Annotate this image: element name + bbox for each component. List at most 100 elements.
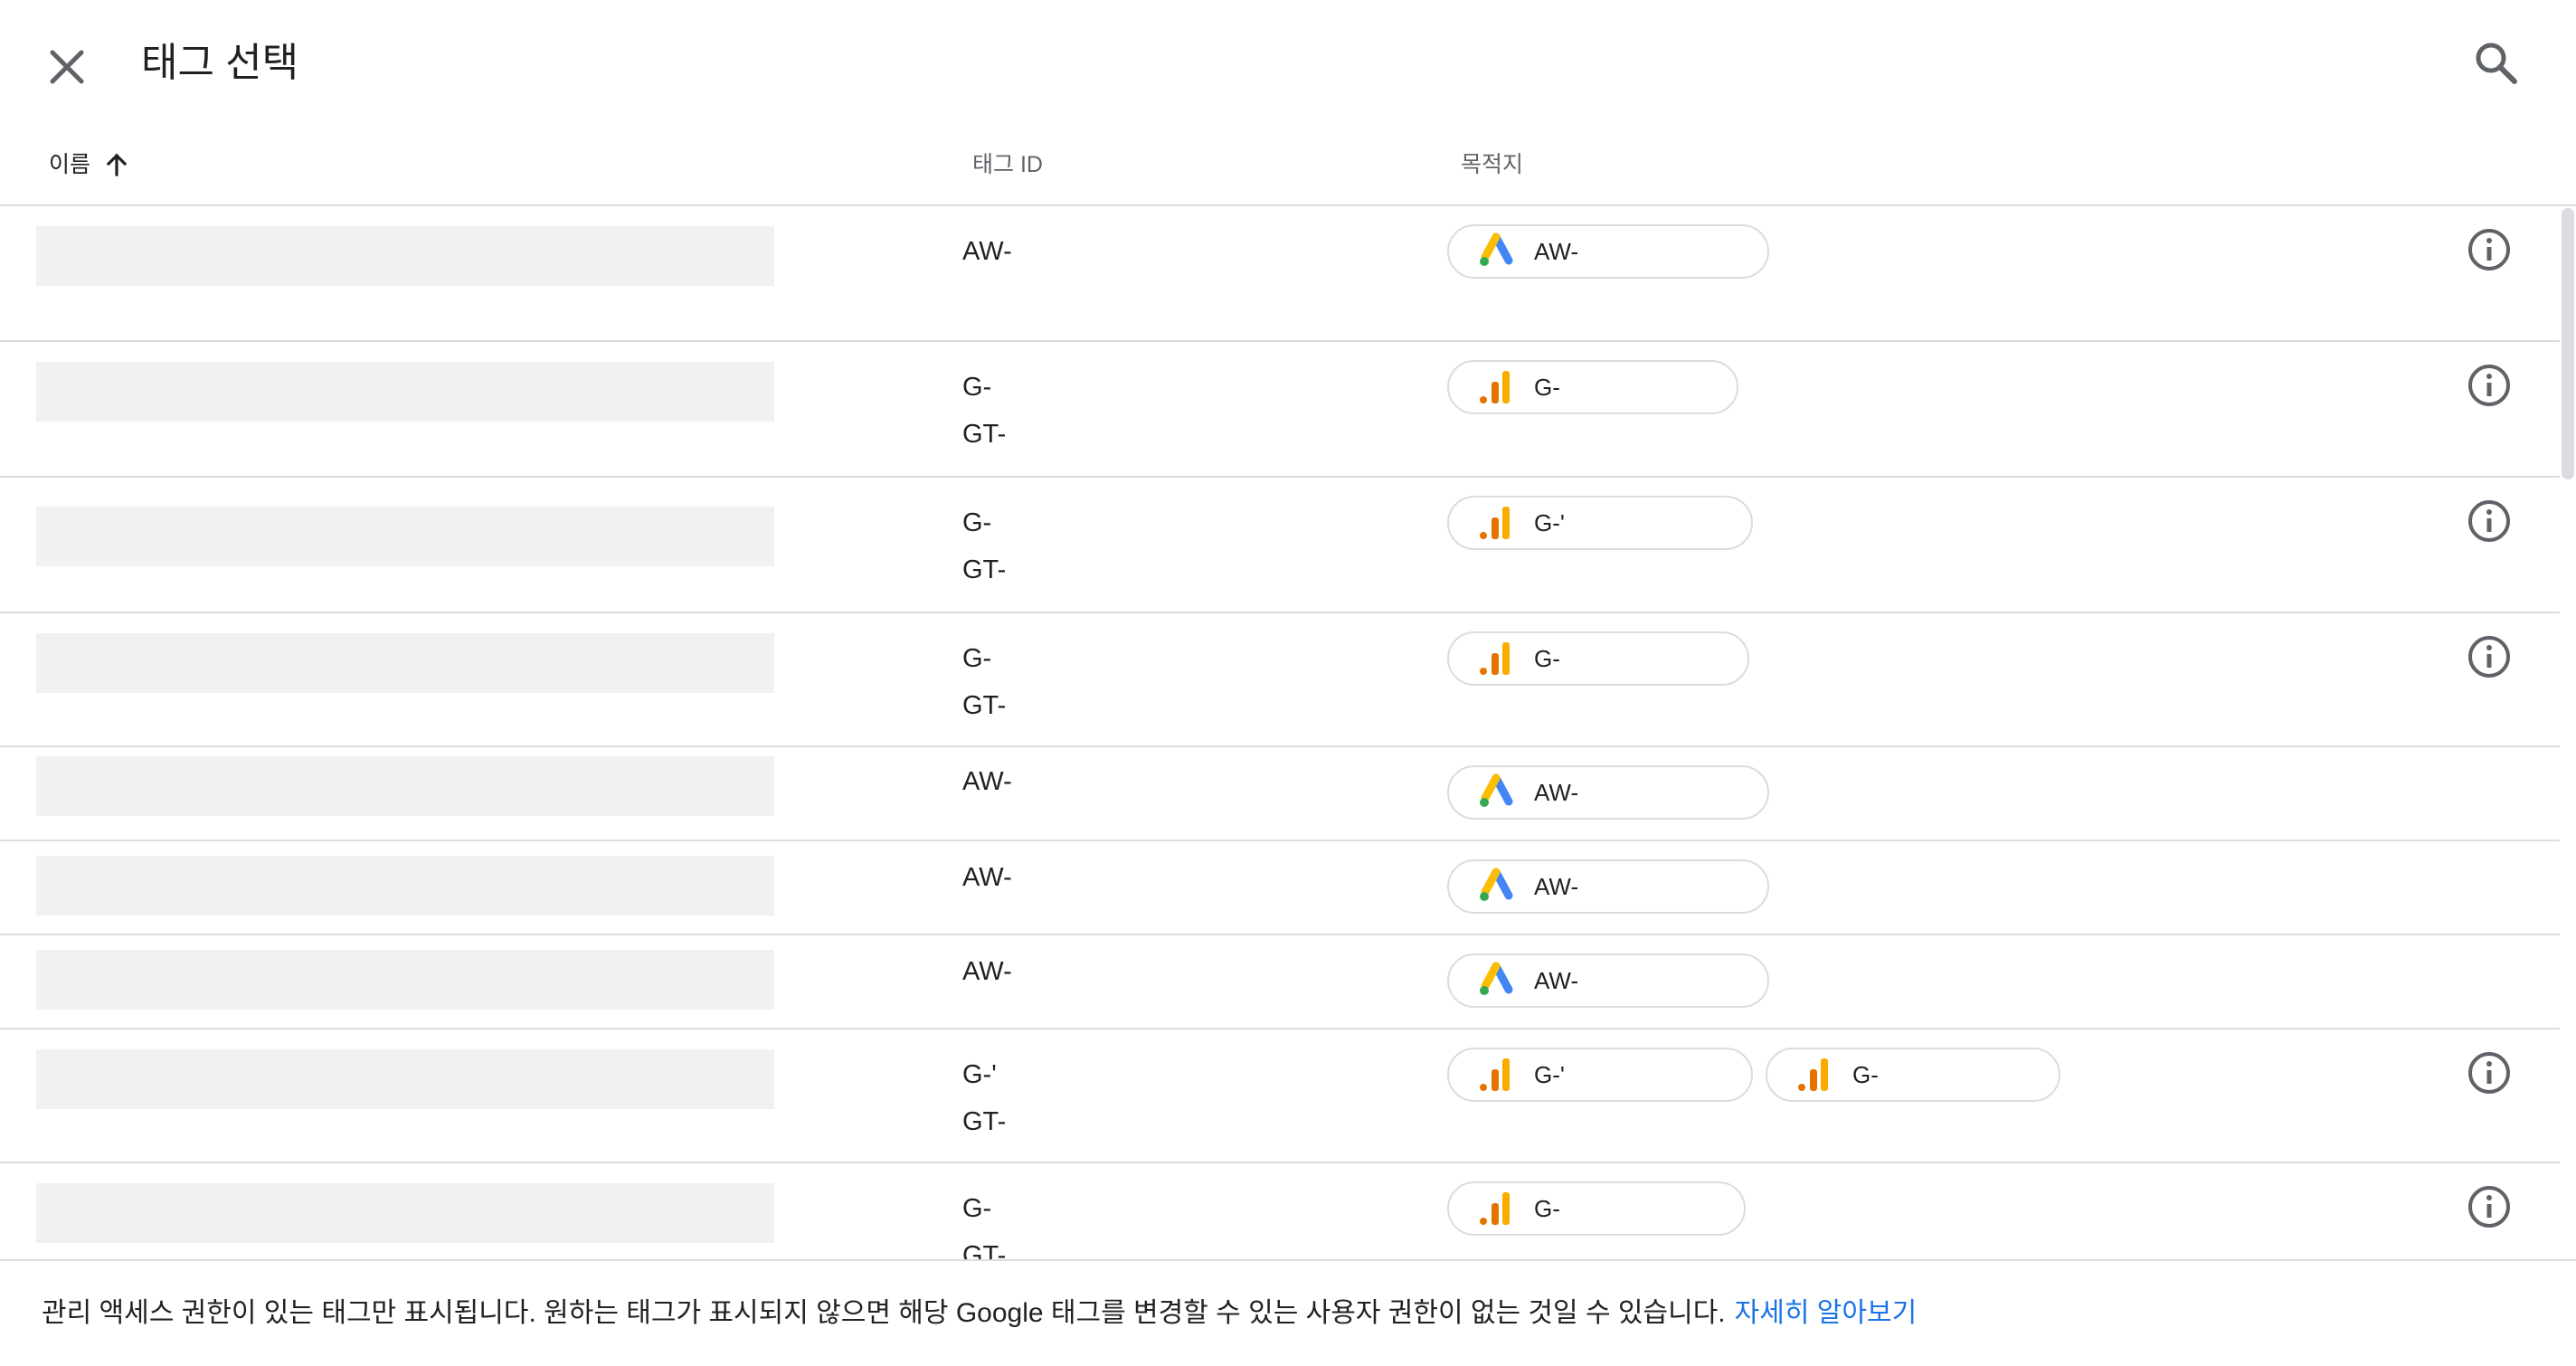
tag-id-cell: AW- [962,948,1012,995]
tag-id-cell: G- GT- [962,635,1006,729]
destination-label: G-' [1534,508,1565,536]
tag-name-redacted [36,633,774,693]
destination-chip[interactable]: G- [1766,1048,2060,1102]
google-ads-icon [1480,232,1513,266]
column-header-tag-id[interactable]: 태그 ID [972,148,1043,181]
tag-name-redacted [36,226,774,286]
table-row[interactable]: G- GT- G-' [0,478,2560,613]
destination-cell: G-' G- [1447,1048,2060,1102]
arrow-upward-icon [106,153,128,176]
table-row[interactable]: AW- AW- [0,747,2560,841]
tag-name-redacted [36,362,774,422]
destination-label: G- [1534,644,1560,672]
tag-name-redacted [36,756,774,816]
tag-id: G-' [962,1060,997,1089]
tag-id-cell: AW- [962,228,1012,275]
tag-id: G- [962,373,992,402]
destination-chip[interactable]: G- [1447,631,1749,686]
tag-id: GT- [962,1107,1007,1136]
tag-name-redacted [36,856,774,915]
tag-id: AW- [962,767,1012,796]
info-button[interactable] [2466,226,2513,273]
tag-id: G- [962,644,992,673]
tag-id: G- [962,508,992,537]
dialog-header: 태그 선택 [0,0,2576,127]
tag-table-body: AW- AW- G- GT- G- G- GT- G-' G- GT- G- A… [0,206,2576,1259]
google-analytics-icon [1480,1058,1510,1091]
learn-more-link[interactable]: 자세히 알아보기 [1735,1298,1918,1328]
search-button[interactable] [2469,36,2524,90]
table-row[interactable]: G- GT- G- [0,342,2560,478]
destination-label: AW- [1534,872,1579,900]
google-analytics-icon [1480,371,1510,403]
info-button[interactable] [2466,362,2513,409]
info-button[interactable] [2466,498,2513,545]
info-button[interactable] [2466,1183,2513,1230]
close-button[interactable] [36,36,98,98]
close-icon [50,50,84,84]
tag-id: GT- [962,691,1007,720]
destination-chip[interactable]: G-' [1447,496,1753,550]
table-header: 이름 태그 ID 목적지 [0,136,2576,206]
destination-cell: G- [1447,631,1749,686]
table-row[interactable]: G- GT- G- [0,613,2560,747]
tag-name-redacted [36,1049,774,1109]
destination-label: AW- [1534,966,1579,994]
destination-cell: G- [1447,360,1738,414]
destination-label: G- [1534,1194,1560,1222]
destination-cell: G-' [1447,496,1753,550]
tag-name-redacted [36,950,774,1010]
destination-chip[interactable]: G-' [1447,1048,1753,1102]
tag-id-cell: AW- [962,854,1012,901]
footer-text: 관리 액세스 권한이 있는 태그만 표시됩니다. 원하는 태그가 표시되지 않으… [42,1294,1917,1333]
google-analytics-icon [1480,642,1510,675]
destination-cell: AW- [1447,859,1769,914]
destination-cell: AW- [1447,224,1769,279]
tag-id: GT- [962,420,1007,449]
table-row[interactable]: G-' GT- G-' G- [0,1029,2560,1163]
destination-chip[interactable]: AW- [1447,953,1769,1008]
tag-name-redacted [36,507,774,566]
footer-notice: 관리 액세스 권한이 있는 태그만 표시됩니다. 원하는 태그가 표시되지 않으… [0,1259,2576,1366]
info-icon [2468,1186,2510,1228]
tag-id-cell: G- GT- [962,499,1006,593]
destination-label: G- [1852,1060,1879,1088]
info-icon [2468,1052,2510,1094]
destination-chip[interactable]: AW- [1447,859,1769,914]
tag-name-redacted [36,1183,774,1243]
destination-label: AW- [1534,778,1579,806]
tag-id: AW- [962,237,1012,266]
scrollbar-thumb[interactable] [2562,208,2574,479]
google-analytics-icon [1798,1058,1828,1091]
search-icon [2476,43,2517,84]
google-ads-icon [1480,773,1513,807]
destination-label: G-' [1534,1060,1565,1088]
tag-id: G- [962,1194,992,1223]
info-icon [2468,636,2510,678]
google-analytics-icon [1480,1192,1510,1225]
info-button[interactable] [2466,633,2513,680]
destination-label: G- [1534,373,1560,401]
google-analytics-icon [1480,507,1510,539]
destination-chip[interactable]: AW- [1447,224,1769,279]
table-row[interactable]: G- GT- G- [0,1163,2560,1259]
tag-id: AW- [962,957,1012,986]
table-row[interactable]: AW- AW- [0,206,2560,342]
destination-chip[interactable]: AW- [1447,765,1769,820]
dialog-title: 태그 선택 [141,41,299,85]
tag-id-cell: G-' GT- [962,1051,1006,1145]
info-icon [2468,500,2510,542]
column-header-name-label: 이름 [49,152,91,177]
destination-cell: AW- [1447,765,1769,820]
footer-message: 관리 액세스 권한이 있는 태그만 표시됩니다. 원하는 태그가 표시되지 않으… [42,1298,1726,1328]
destination-chip[interactable]: G- [1447,360,1738,414]
table-row[interactable]: AW- AW- [0,841,2560,935]
tag-id: GT- [962,555,1007,584]
table-row[interactable]: AW- AW- [0,935,2560,1029]
column-header-name[interactable]: 이름 [49,148,130,181]
info-button[interactable] [2466,1049,2513,1096]
info-icon [2468,229,2510,270]
tag-id-cell: G- GT- [962,364,1006,458]
tag-id-cell: G- GT- [962,1185,1006,1259]
destination-chip[interactable]: G- [1447,1181,1746,1236]
